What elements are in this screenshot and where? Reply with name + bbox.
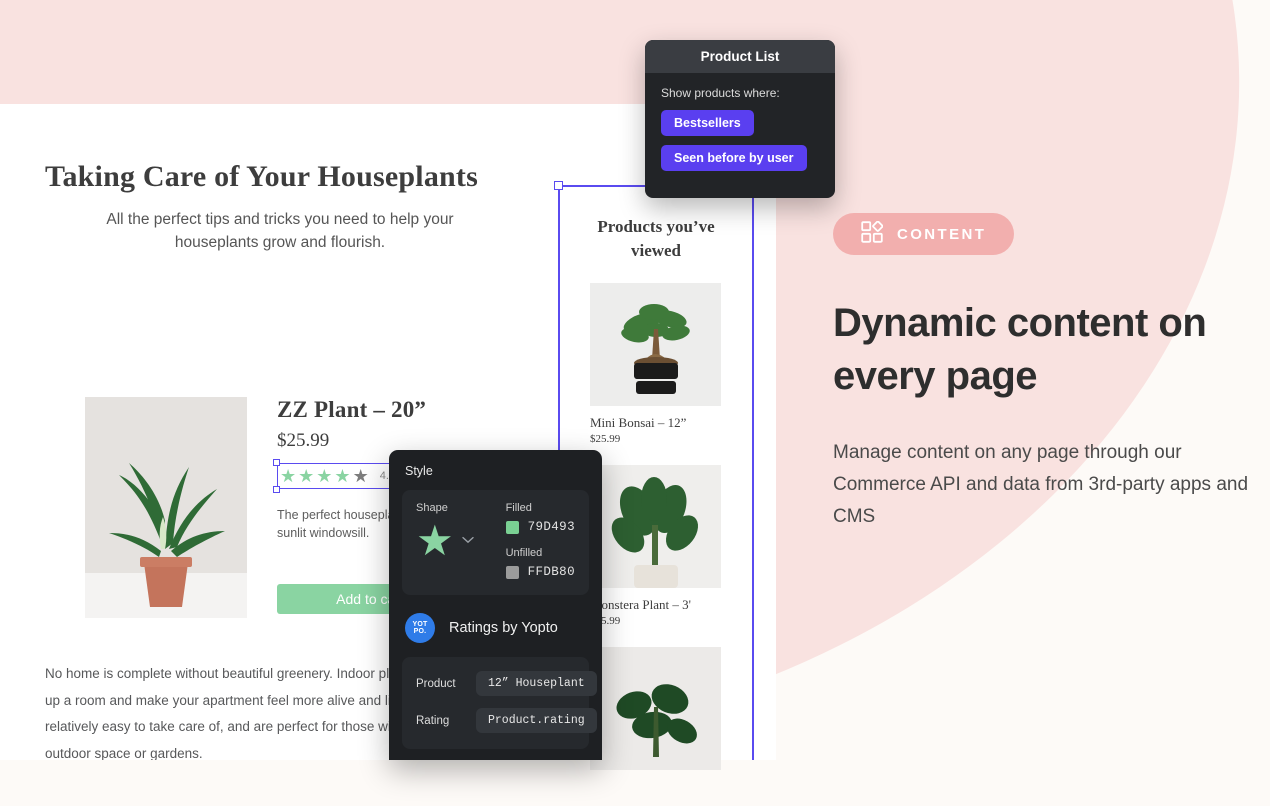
- monstera-plant-illustration: [590, 465, 721, 588]
- filled-color-hex: 79D493: [527, 520, 575, 534]
- list-item[interactable]: Mini Bonsai – 12” $25.99: [590, 283, 722, 445]
- app-title: Ratings by Yopto: [449, 620, 558, 636]
- shape-label: Shape: [416, 502, 448, 514]
- promo-heading: Dynamic content on every page: [833, 301, 1207, 398]
- filled-label: Filled: [505, 502, 532, 514]
- content-grid-icon: [861, 220, 884, 248]
- viewed-product-name: Mini Bonsai – 12”: [590, 415, 687, 430]
- hero-product-image: [85, 397, 247, 618]
- viewed-product-price: $25.99: [590, 615, 621, 627]
- star-filled-icon-2: ★: [298, 466, 315, 486]
- star-shape-icon[interactable]: ★: [416, 520, 454, 562]
- rating-field-row[interactable]: Rating Product.rating: [416, 708, 597, 733]
- product-name: ZZ Plant – 20”: [277, 397, 427, 422]
- star-filled-icon-4: ★: [334, 466, 351, 486]
- star-unfilled-icon-5: ★: [352, 466, 369, 486]
- product-field-row[interactable]: Product 12” Houseplant: [416, 671, 597, 696]
- zz-plant-illustration: [85, 397, 247, 618]
- style-panel[interactable]: Style Shape ★ Filled 79D493 Unfilled FFD…: [389, 450, 602, 760]
- badge-label: CONTENT: [897, 225, 987, 243]
- promo-panel: CONTENT Dynamic content on every page Ma…: [833, 213, 1253, 533]
- star-filled-icon-3: ★: [316, 466, 333, 486]
- filter-bestsellers-button[interactable]: Bestsellers: [661, 110, 754, 136]
- status-badge: CONTENT: [833, 213, 1015, 255]
- filter-seen-before-button[interactable]: Seen before by user: [661, 145, 807, 171]
- product-field-label: Product: [416, 677, 456, 690]
- yotpo-logo-icon: YOT PO.: [405, 613, 435, 643]
- bonsai-thumbnail: [590, 283, 721, 406]
- rating-field-value[interactable]: Product.rating: [476, 708, 597, 733]
- rating-field-label: Rating: [416, 714, 450, 727]
- product-field-value[interactable]: 12” Houseplant: [476, 671, 597, 696]
- unfilled-label: Unfilled: [505, 547, 543, 559]
- chevron-down-icon[interactable]: [461, 535, 474, 547]
- fiddle-leaf-illustration: [590, 647, 721, 770]
- promo-body: Manage content on any page through our C…: [833, 442, 1249, 527]
- viewed-products-title: Products you’ve viewed: [597, 217, 715, 260]
- unfilled-color-swatch[interactable]: [505, 565, 519, 579]
- app-bindings-card: Product 12” Houseplant Rating Product.ra…: [402, 657, 597, 749]
- page-title: Taking Care of Your Houseplants: [45, 160, 478, 193]
- viewed-product-name: Monstera Plant – 3': [590, 597, 691, 612]
- filled-color-swatch[interactable]: [505, 520, 519, 534]
- product-list-panel[interactable]: Product List Show products where: Bestse…: [645, 40, 835, 198]
- style-panel-title: Style: [405, 464, 433, 478]
- yotpo-logo-line2: PO.: [413, 628, 427, 635]
- third-product-thumbnail: [590, 647, 721, 770]
- product-list-filter-label: Show products where:: [661, 86, 780, 100]
- style-shape-card: Shape ★ Filled 79D493 Unfilled FFDB80: [402, 490, 589, 595]
- mini-bonsai-illustration: [590, 283, 721, 406]
- viewed-product-price: $25.99: [590, 433, 621, 445]
- app-header-row: YOT PO. Ratings by Yopto: [389, 595, 602, 643]
- yotpo-logo-line1: YOT: [412, 620, 428, 628]
- star-filled-icon-1: ★: [280, 466, 297, 486]
- product-list-title: Product List: [645, 40, 835, 73]
- list-item[interactable]: Monstera Plant – 3' $25.99: [590, 465, 722, 627]
- filled-color-row[interactable]: 79D493: [505, 520, 575, 534]
- list-item[interactable]: [590, 647, 722, 770]
- monstera-thumbnail: [590, 465, 721, 588]
- unfilled-color-row[interactable]: FFDB80: [505, 565, 575, 579]
- product-price: $25.99: [277, 430, 330, 451]
- unfilled-color-hex: FFDB80: [527, 565, 575, 579]
- page-subtitle: All the perfect tips and tricks you need…: [106, 211, 454, 251]
